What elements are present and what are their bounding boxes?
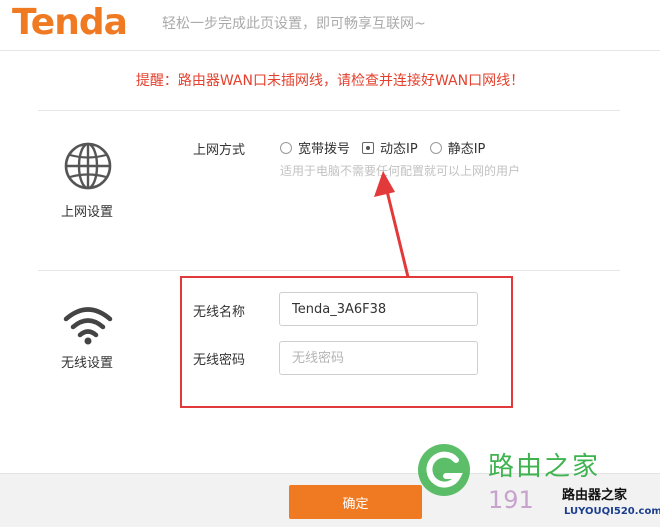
radio-dynamic-ip-label[interactable]: 动态IP — [380, 138, 418, 157]
globe-icon — [63, 141, 113, 195]
wifi-icon — [63, 305, 113, 349]
tenda-logo: Tenda — [12, 2, 128, 43]
watermark-logo-icon — [416, 442, 472, 502]
radio-dynamic-ip[interactable] — [362, 141, 375, 154]
wan-warning-message: 提醒：路由器WAN口未插网线，请检查并连接好WAN口网线！ — [135, 73, 525, 89]
radio-pppoe[interactable] — [280, 141, 292, 154]
confirm-button[interactable]: 确定 — [289, 485, 422, 519]
section-divider-top — [38, 110, 620, 111]
radio-pppoe-label[interactable]: 宽带拨号 — [298, 138, 350, 157]
radio-static-ip[interactable] — [429, 141, 442, 154]
watermark-text-url: LUYOUQI520.com — [564, 506, 660, 517]
header-divider — [0, 50, 660, 51]
watermark-text-site: 路由器之家 — [562, 488, 628, 503]
radio-static-ip-label[interactable]: 静态IP — [448, 138, 486, 157]
section-divider-middle — [38, 270, 620, 271]
wireless-section-label: 无线设置 — [61, 356, 114, 371]
header-tagline: 轻松一步完成此页设置，即可畅享互联网~ — [162, 16, 426, 32]
watermark-text-brand: 路由之家 — [488, 452, 601, 482]
watermark-text-number: 191 — [488, 486, 534, 514]
wan-section-label: 上网设置 — [61, 205, 114, 220]
annotation-arrow — [374, 171, 410, 278]
annotation-highlight-box — [180, 276, 513, 408]
connection-type-label: 上网方式 — [193, 143, 246, 158]
header: Tenda 轻松一步完成此页设置，即可畅享互联网~ — [0, 0, 660, 50]
connection-type-radio-group: 宽带拨号 动态IP 静态IP — [280, 138, 497, 157]
